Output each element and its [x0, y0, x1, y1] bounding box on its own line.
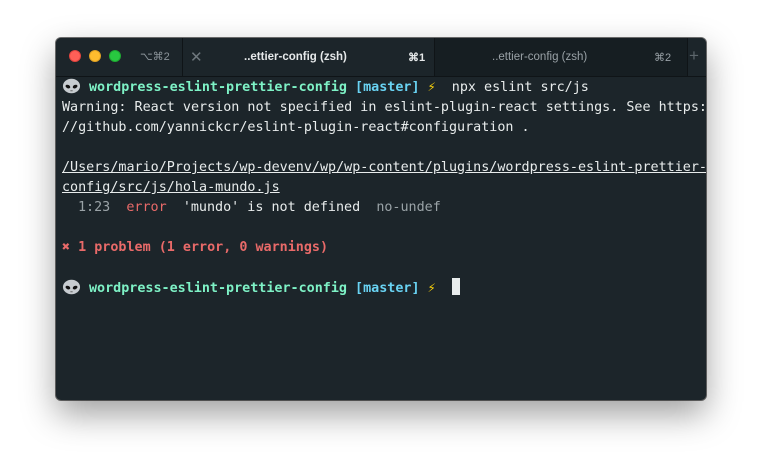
tab-2-title[interactable]: ..ettier-config (zsh) — [492, 51, 587, 63]
terminal-window: ⌥⌘2 ✕ ..ettier-config (zsh) ⌘1 ..ettier-… — [56, 38, 706, 400]
alien-emoji-icon — [62, 279, 81, 295]
tab-1-title[interactable]: ..ettier-config (zsh) — [244, 51, 347, 63]
file-path-link[interactable]: config/src/js/hola-mundo.js — [62, 178, 280, 198]
git-branch: [master] — [355, 80, 420, 95]
command-text: npx eslint src/js — [451, 80, 589, 95]
window-controls — [69, 50, 121, 62]
lightning-icon: ⚡ — [427, 80, 436, 95]
prompt-directory: wordpress-eslint-prettier-config — [89, 281, 347, 296]
new-tab-icon[interactable]: + — [689, 46, 699, 66]
warning-line: Warning: React version not specified in … — [62, 100, 706, 115]
text-cursor — [451, 278, 460, 295]
issue-severity: error — [126, 200, 167, 215]
close-window-button[interactable] — [69, 50, 81, 62]
tab-divider — [687, 38, 688, 76]
issue-message: 'mundo' is not defined — [182, 200, 361, 215]
terminal-output[interactable]: wordpress-eslint-prettier-config [master… — [56, 78, 706, 378]
issue-rule: no-undef — [376, 200, 441, 215]
window-shortcut-label: ⌥⌘2 — [140, 51, 170, 63]
minimize-window-button[interactable] — [89, 50, 101, 62]
tab-1-shortcut: ⌘1 — [408, 52, 426, 64]
alien-emoji-icon — [62, 78, 81, 94]
issue-location: 1:23 — [78, 200, 111, 215]
tab-divider — [182, 38, 183, 76]
close-tab-icon[interactable]: ✕ — [190, 48, 203, 66]
lint-issue-row: 1:23 error 'mundo' is not defined no-und… — [78, 198, 441, 218]
problem-summary: ✖ 1 problem (1 error, 0 warnings) — [62, 240, 329, 255]
prompt-directory: wordpress-eslint-prettier-config — [89, 80, 347, 95]
lightning-icon: ⚡ — [427, 281, 436, 296]
tab-2-shortcut: ⌘2 — [654, 52, 672, 64]
warning-line: //github.com/yannickcr/eslint-plugin-rea… — [62, 120, 530, 135]
prompt-line: wordpress-eslint-prettier-config [master… — [62, 78, 589, 98]
title-bar: ⌥⌘2 ✕ ..ettier-config (zsh) ⌘1 ..ettier-… — [56, 38, 706, 77]
file-path-link[interactable]: /Users/mario/Projects/wp-devenv/wp/wp-co… — [62, 158, 706, 178]
prompt-line: wordpress-eslint-prettier-config [master… — [62, 278, 460, 298]
zoom-window-button[interactable] — [109, 50, 121, 62]
tab-divider — [434, 38, 435, 76]
git-branch: [master] — [355, 281, 420, 296]
